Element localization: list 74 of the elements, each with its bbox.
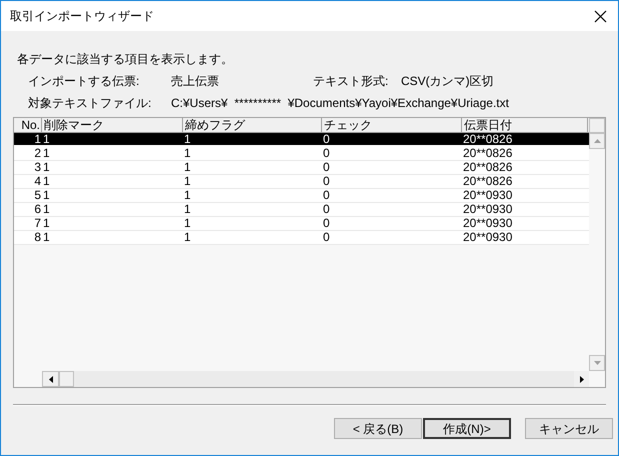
row-number: 1 xyxy=(33,133,42,145)
row-number: 6 xyxy=(33,203,42,216)
horizontal-scrollbar[interactable] xyxy=(42,371,589,387)
table-cell-text: 20**0930 xyxy=(462,217,514,230)
wizard-button[interactable]: < 戻る(B) xyxy=(334,418,422,439)
table-cell-text: 1 xyxy=(183,161,192,174)
row-number: 4 xyxy=(33,175,42,188)
scroll-right-button[interactable] xyxy=(574,371,589,387)
table-cell-text: 20**0930 xyxy=(462,189,514,202)
table-cell-text: 0 xyxy=(322,203,331,216)
scroll-thumb[interactable] xyxy=(59,371,74,387)
column-header[interactable]: 伝票日付 xyxy=(462,118,588,132)
down-arrow-icon xyxy=(594,361,600,365)
table-cell-text: 0 xyxy=(322,231,331,244)
table-row[interactable]: 5 1 1 0 20**0930 xyxy=(14,189,589,203)
info-label: 対象テキストファイル: xyxy=(28,95,152,112)
table-cell-text: 20**0930 xyxy=(462,231,514,244)
info-label: テキスト形式: xyxy=(313,73,390,90)
table-cell-text: 1 xyxy=(42,175,51,188)
table-cell-text: 1 xyxy=(183,147,192,160)
table-row[interactable]: 4 1 1 0 20**0826 xyxy=(14,175,589,189)
table-row[interactable]: 1 1 1 0 20**0826 xyxy=(14,133,589,147)
table-cell-text: 1 xyxy=(42,189,51,202)
table-row[interactable]: 3 1 1 0 20**0826 xyxy=(14,161,589,175)
row-number: 3 xyxy=(33,161,42,174)
column-header[interactable]: 削除マーク xyxy=(42,118,183,132)
table-cell-text: 0 xyxy=(322,147,331,160)
window-title: 取引インポートウィザード xyxy=(10,8,154,25)
row-number: 5 xyxy=(33,189,42,202)
info-label: インポートする伝票: xyxy=(28,73,140,90)
table-cell-text: 1 xyxy=(42,133,51,145)
table-row[interactable]: 7 1 1 0 20**0930 xyxy=(14,217,589,231)
table-cell-text: 1 xyxy=(42,217,51,230)
table-cell-text: 1 xyxy=(183,217,192,230)
column-header[interactable]: No. xyxy=(14,118,42,132)
table-cell-text: 1 xyxy=(42,203,51,216)
table-cell-text: 0 xyxy=(322,161,331,174)
right-arrow-icon xyxy=(580,376,584,382)
column-header[interactable]: 締めフラグ xyxy=(183,118,322,132)
table-cell-text: 1 xyxy=(183,231,192,244)
table-cell-text: 20**0826 xyxy=(462,161,514,174)
close-icon xyxy=(594,10,606,22)
table-cell-text: 20**0826 xyxy=(462,175,514,188)
table-cell-text: 1 xyxy=(42,147,51,160)
column-header[interactable]: チェック xyxy=(322,118,462,132)
table-row[interactable]: 6 1 1 0 20**0930 xyxy=(14,203,589,217)
table-cell-text: 1 xyxy=(42,161,51,174)
table-cell-text: 0 xyxy=(322,175,331,188)
info-value: C:¥Users¥ ********** ¥Documents¥Yayoi¥Exchange¥Uriage.txt xyxy=(171,95,509,112)
table-cell-text: 20**0826 xyxy=(462,147,514,160)
table-cell-text: 1 xyxy=(183,203,192,216)
info-value: CSV(カンマ)区切 xyxy=(401,73,494,90)
scroll-up-button[interactable] xyxy=(589,133,605,149)
table-cell-text: 0 xyxy=(322,189,331,202)
left-arrow-icon xyxy=(48,376,52,382)
row-number: 2 xyxy=(33,147,42,160)
instruction-text: 各データに該当する項目を表示します。 xyxy=(17,51,234,68)
table-cell-text: 1 xyxy=(183,175,192,188)
table-cell-text: 20**0826 xyxy=(462,133,514,145)
row-number: 8 xyxy=(33,231,42,244)
table-cell-text: 0 xyxy=(322,133,331,145)
info-value: 売上伝票 xyxy=(171,73,220,90)
table-row[interactable]: 8 1 1 0 20**0930 xyxy=(14,231,589,245)
table-cell-text: 1 xyxy=(42,231,51,244)
table-cell-text: 0 xyxy=(322,217,331,230)
scroll-left-button[interactable] xyxy=(42,371,59,387)
table-cell-text: 1 xyxy=(183,133,192,145)
table-row[interactable]: 2 1 1 0 20**0826 xyxy=(14,147,589,161)
wizard-button[interactable]: 作成(N)> xyxy=(423,418,511,439)
up-arrow-icon xyxy=(594,139,600,143)
wizard-button[interactable]: キャンセル xyxy=(525,418,613,439)
row-number: 7 xyxy=(33,217,42,230)
table-cell-text: 1 xyxy=(183,189,192,202)
table-cell-text: 20**0930 xyxy=(462,203,514,216)
